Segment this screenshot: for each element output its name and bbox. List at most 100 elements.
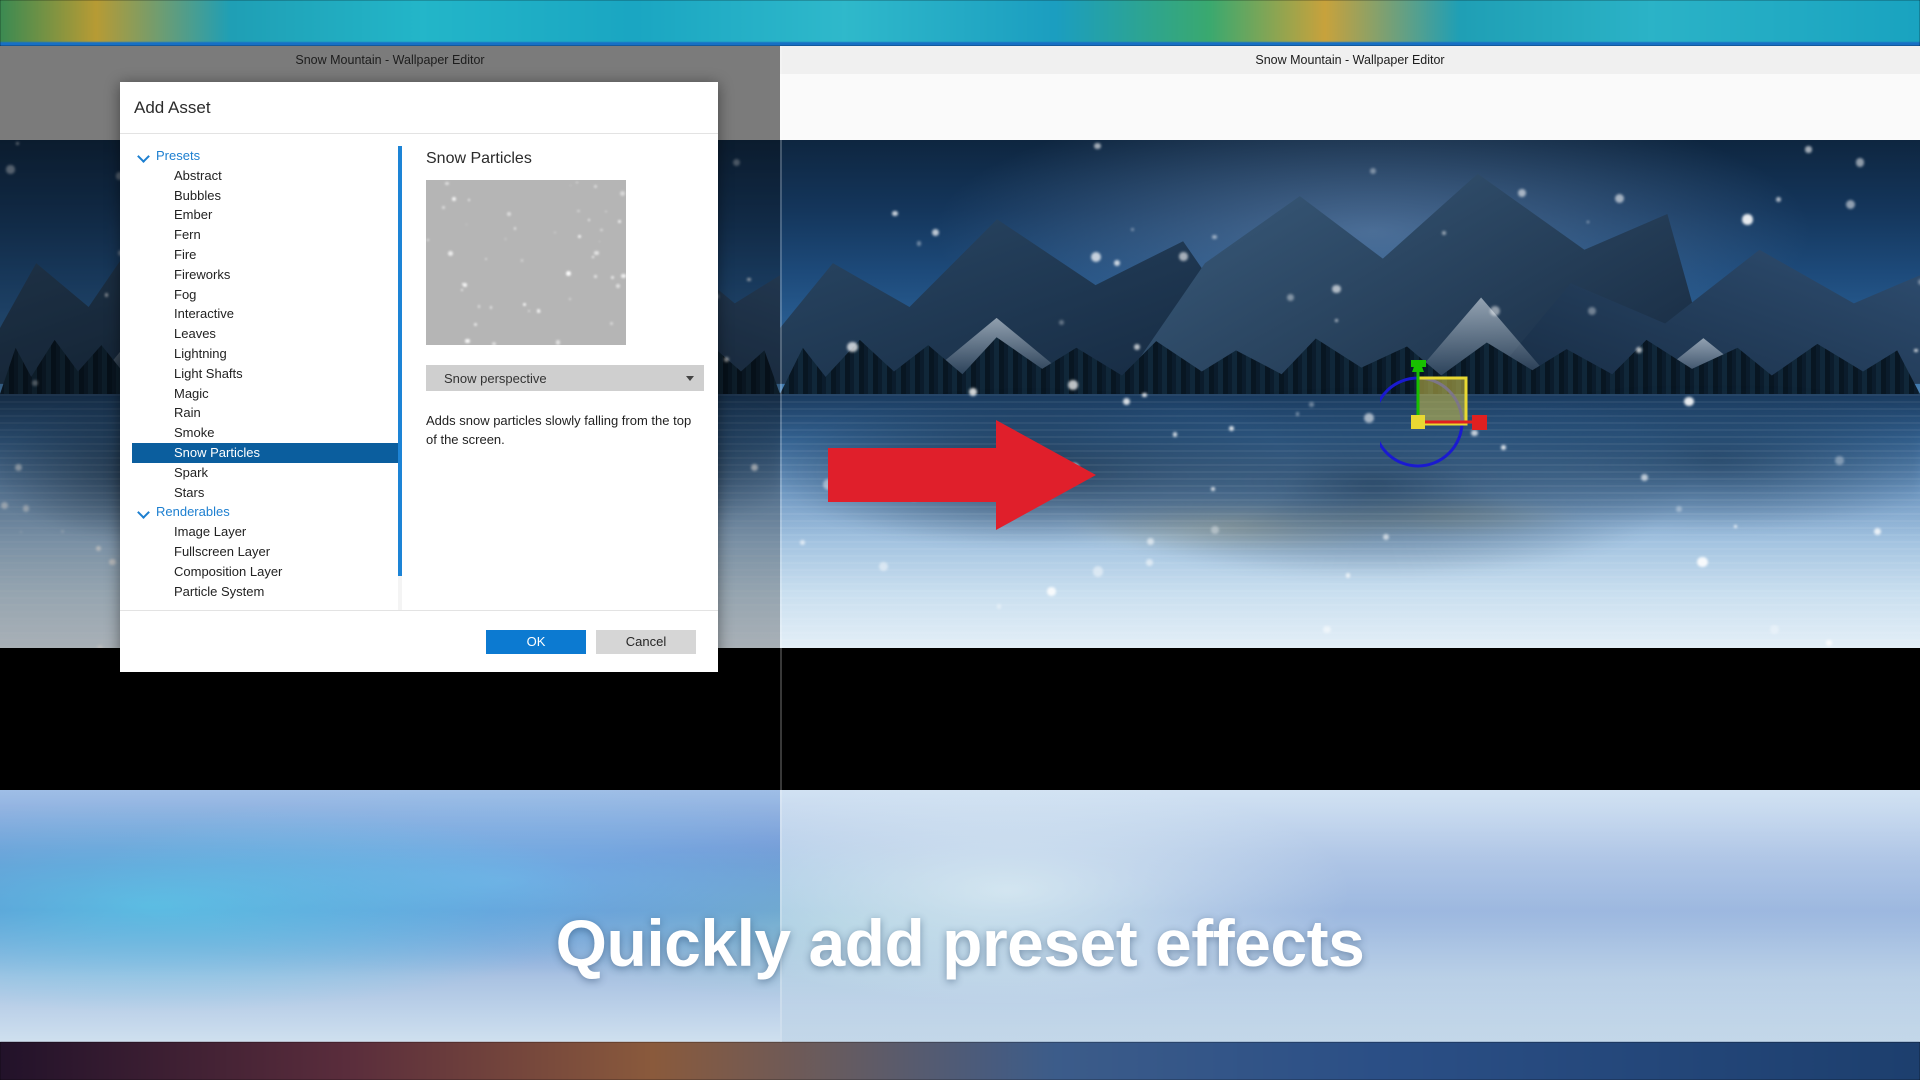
snow-particle — [917, 241, 922, 246]
snow-dot — [528, 310, 531, 313]
variant-dropdown-value: Snow perspective — [444, 370, 547, 386]
snow-particle — [1855, 158, 1865, 168]
snow-particle — [1517, 188, 1527, 198]
snow-particles-preview — [426, 180, 626, 345]
tree-group-label: Presets — [156, 148, 201, 163]
tree-item[interactable]: Rain — [132, 403, 402, 423]
tree-item[interactable]: Image Layer — [132, 522, 402, 542]
dialog-title: Add Asset — [120, 82, 718, 134]
preview-scene-right — [780, 140, 1920, 648]
caption-text: Quickly add preset effects — [555, 906, 1365, 980]
tree-item[interactable]: Magic — [132, 384, 402, 404]
snow-dot — [570, 184, 572, 186]
tree-item[interactable]: Abstract — [132, 166, 402, 186]
tree-item-label: Leaves — [174, 326, 216, 342]
snow-dot — [569, 298, 571, 300]
snow-dot — [588, 218, 591, 221]
snow-dot — [489, 305, 493, 309]
tree-item-label: Particle System — [174, 583, 265, 599]
snow-dot — [477, 305, 481, 308]
snow-particle — [932, 228, 940, 236]
window-title-left: Snow Mountain - Wallpaper Editor — [295, 53, 485, 67]
snow-dot — [426, 239, 429, 242]
tree-item[interactable]: Smoke — [132, 423, 402, 443]
tree-item[interactable]: Stars — [132, 483, 402, 503]
snow-particle — [1776, 197, 1782, 203]
tree-item[interactable]: Spark — [132, 463, 402, 483]
snow-particle — [15, 141, 20, 146]
snow-particle — [1091, 251, 1102, 262]
snow-dot — [575, 181, 578, 184]
tree-item-label: Fern — [174, 227, 201, 243]
window-title-right: Snow Mountain - Wallpaper Editor — [1255, 53, 1445, 67]
transform-gizmo[interactable] — [1380, 360, 1520, 500]
snow-particle — [732, 158, 741, 166]
tree-item-label: Ember — [174, 207, 213, 223]
tree-item-label: Fire — [174, 246, 197, 262]
dialog-body: Presets Abstract Bubbles Ember Fern Fire Firew… — [120, 134, 718, 610]
snow-dot — [465, 223, 467, 226]
asset-tree-panel: Presets Abstract Bubbles Ember Fern Fire Firew… — [120, 146, 402, 610]
tree-item-label: Interactive — [174, 306, 234, 322]
snow-dot — [491, 341, 496, 345]
tree-item-label: Fireworks — [174, 266, 231, 282]
snow-particle — [1742, 214, 1753, 225]
tree-group-presets[interactable]: Presets — [132, 146, 402, 166]
tree-item-label: Snow Particles — [174, 444, 260, 460]
snow-dot — [610, 276, 614, 280]
tree-group-label: Renderables — [156, 504, 230, 520]
monitor-seam — [780, 46, 782, 1042]
chevron-down-icon — [686, 376, 694, 381]
tree-item[interactable]: Bubbles — [132, 186, 402, 206]
tree-item[interactable]: Light Shafts — [132, 364, 402, 384]
tree-item[interactable]: Particle System — [132, 582, 402, 602]
variant-dropdown[interactable]: Snow perspective — [426, 365, 704, 391]
tree-item[interactable]: Interactive — [132, 304, 402, 324]
dialog-footer: OK Cancel — [120, 610, 718, 672]
ok-button[interactable]: OK — [486, 629, 586, 654]
tree-item[interactable]: Lightning — [132, 344, 402, 364]
desktop-top-strip — [0, 0, 1920, 46]
snow-dot — [445, 181, 449, 185]
tree-item-label: Smoke — [174, 425, 215, 441]
asset-tree[interactable]: Presets Abstract Bubbles Ember Fern Fire Firew… — [132, 146, 402, 601]
tree-item[interactable]: Leaves — [132, 324, 402, 344]
snow-dot — [467, 198, 470, 201]
tree-item-label: Rain — [174, 405, 201, 421]
asset-detail-panel: Snow Particles Snow perspective Adds sno… — [402, 146, 718, 610]
titlebar-left: Snow Mountain - Wallpaper Editor — [0, 46, 780, 74]
tree-item-label: Image Layer — [174, 524, 247, 540]
tree-item[interactable]: Snow Particles — [132, 442, 402, 463]
tree-item[interactable]: Fog — [132, 285, 402, 305]
tree-item[interactable]: Fireworks — [132, 265, 402, 285]
titlebar-right: Snow Mountain - Wallpaper Editor — [780, 46, 1920, 74]
tree-item-label: Abstract — [174, 167, 222, 183]
tree-item-label: Light Shafts — [174, 365, 243, 381]
detail-title: Snow Particles — [426, 150, 532, 167]
tree-item[interactable]: Fern — [132, 225, 402, 245]
snow-particle — [747, 278, 751, 282]
tree-item[interactable]: Composition Layer — [132, 562, 402, 582]
snow-particle — [1805, 146, 1812, 153]
snow-dot — [504, 238, 507, 241]
snow-dot — [460, 289, 463, 292]
tree-item-label: Fullscreen Layer — [174, 543, 271, 559]
snow-dot — [448, 251, 453, 256]
snow-dot — [465, 338, 470, 344]
tree-item[interactable]: Ember — [132, 205, 402, 225]
cancel-button[interactable]: Cancel — [596, 629, 696, 654]
snow-particle — [1093, 142, 1101, 150]
snow-particle — [892, 211, 898, 217]
tree-group-renderables[interactable]: Renderables — [132, 502, 402, 522]
snow-dot — [594, 185, 598, 189]
tree-item-label: Composition Layer — [174, 563, 283, 579]
snow-dot — [554, 231, 556, 234]
snow-particle — [6, 165, 15, 174]
snow-dot — [451, 196, 456, 202]
screen: Snow Mountain - Wallpaper Editor Snow Mo… — [0, 0, 1920, 1080]
snow-dot — [566, 271, 571, 277]
snow-dot — [484, 257, 488, 260]
tree-item[interactable]: Fullscreen Layer — [132, 542, 402, 562]
tree-item[interactable]: Fire — [132, 245, 402, 265]
tree-scrollbar-thumb[interactable] — [398, 146, 402, 576]
